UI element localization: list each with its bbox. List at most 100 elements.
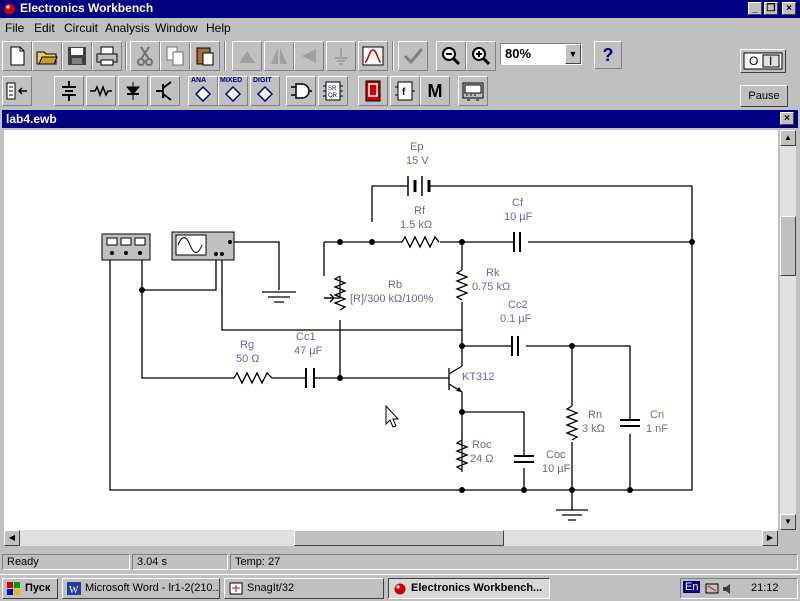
app-title: Electronics Workbench — [20, 1, 154, 15]
miscellaneous-button[interactable]: M — [420, 76, 450, 106]
vertical-scroll-thumb[interactable] — [780, 216, 796, 276]
menu-help[interactable]: Help — [206, 21, 231, 35]
minimize-button[interactable]: _ — [748, 2, 762, 15]
print-button[interactable] — [92, 41, 122, 71]
circuit-canvas[interactable]: Ep 15 V Rf 1.5 kΩ Cf 10 µF Rk 0.75 kΩ Rb… — [4, 130, 778, 530]
transistors-icon — [156, 81, 172, 101]
digital-button[interactable]: SR QR — [318, 76, 348, 106]
function-generator[interactable] — [101, 233, 151, 261]
transistors-button[interactable] — [150, 76, 180, 106]
diodes-button[interactable] — [118, 76, 148, 106]
maximize-button[interactable]: ❐ — [764, 2, 778, 15]
paste-button[interactable] — [190, 41, 220, 71]
menu-circuit[interactable]: Circuit — [64, 21, 98, 35]
sources-icon — [62, 81, 76, 101]
zoom-out-button[interactable] — [436, 41, 466, 71]
task-ewb[interactable]: Electronics Workbench... — [388, 578, 550, 599]
basic-button[interactable] — [86, 76, 116, 106]
horizontal-scrollbar[interactable]: ◀ ▶ — [4, 530, 778, 546]
ground-icon — [262, 291, 588, 521]
open-icon — [36, 51, 58, 65]
graph-icon — [362, 46, 384, 66]
capacitor-cn[interactable] — [620, 419, 640, 427]
resistor-rg[interactable] — [233, 371, 273, 385]
capacitor-cc1[interactable] — [305, 368, 315, 388]
help-button[interactable]: ? — [594, 41, 622, 69]
menu-window[interactable]: Window — [155, 21, 198, 35]
close-button[interactable]: × — [782, 2, 796, 15]
sources-button[interactable] — [54, 76, 84, 106]
speaker-icon[interactable] — [721, 582, 735, 596]
zoom-in-button[interactable] — [466, 41, 496, 71]
capacitor-cf[interactable] — [513, 232, 521, 252]
cut-button[interactable] — [130, 41, 160, 71]
windows-logo-icon — [7, 582, 20, 595]
task-word[interactable]: W Microsoft Word - lr1-2(210... — [62, 578, 220, 599]
copy-button[interactable] — [160, 41, 190, 71]
resistor-rf[interactable] — [401, 235, 440, 249]
mixed-ics-button[interactable]: MIXED — [218, 76, 248, 106]
horizontal-scroll-thumb[interactable] — [294, 530, 504, 546]
mixed-label: MIXED — [220, 77, 243, 84]
new-icon — [10, 46, 25, 66]
oscilloscope[interactable] — [171, 231, 235, 261]
save-icon — [68, 47, 86, 65]
chevron-down-icon[interactable]: ▼ — [565, 44, 581, 64]
resistor-rk[interactable] — [455, 269, 469, 301]
parts-bin-button[interactable] — [2, 76, 32, 106]
rk-name: Rk — [486, 267, 500, 279]
ana-label: ANA — [191, 77, 207, 84]
capacitor-cc2[interactable] — [511, 336, 519, 356]
capacitor-coc[interactable] — [514, 455, 534, 463]
save-button[interactable] — [62, 41, 92, 71]
battery-ep[interactable] — [407, 176, 431, 196]
logic-gates-button[interactable] — [286, 76, 316, 106]
indicators-button[interactable] — [358, 76, 388, 106]
power-switch[interactable]: O I — [740, 49, 786, 73]
paste-icon — [196, 47, 214, 66]
language-indicator[interactable]: En — [683, 581, 701, 593]
zoom-select[interactable]: 80% ▼ — [500, 43, 582, 65]
m-label: M — [427, 80, 443, 101]
resistor-rn[interactable] — [565, 405, 579, 441]
word-icon: W — [67, 582, 81, 595]
graph-button[interactable] — [358, 41, 388, 71]
subcircuit-button[interactable] — [326, 41, 356, 71]
scroll-left-icon[interactable]: ◀ — [4, 530, 20, 546]
flip-horizontal-button[interactable] — [264, 41, 294, 71]
task-snagit[interactable]: SnagIt/32 — [224, 578, 384, 599]
instruments-button[interactable] — [458, 76, 488, 106]
power-switch-icon — [743, 52, 783, 70]
basic-icon — [90, 84, 112, 98]
new-button[interactable] — [2, 41, 32, 71]
analog-ics-button[interactable]: ANA — [188, 76, 218, 106]
scroll-down-icon[interactable]: ▼ — [780, 514, 796, 530]
scroll-up-icon[interactable]: ▲ — [780, 130, 796, 146]
document-close-button[interactable]: × — [780, 112, 794, 125]
status-bar: Ready 3.04 s Temp: 27 — [0, 552, 800, 572]
controls-button[interactable]: f — [390, 76, 420, 106]
start-button[interactable]: Пуск — [2, 578, 58, 599]
help-label: ? — [602, 44, 614, 65]
menu-file[interactable]: File — [5, 21, 24, 35]
ewb-app-icon[interactable] — [3, 2, 16, 15]
potentiometer-rb[interactable] — [324, 275, 347, 311]
vertical-scrollbar[interactable]: ▲ ▼ — [780, 130, 796, 530]
snagit-icon — [229, 582, 243, 595]
pause-button[interactable]: Pause — [740, 85, 788, 107]
open-button[interactable] — [32, 41, 62, 71]
scroll-right-icon[interactable]: ▶ — [762, 530, 778, 546]
roc-name: Roc — [472, 439, 492, 451]
component-properties-button[interactable] — [398, 41, 428, 71]
cc1-value: 47 µF — [294, 345, 323, 357]
ep-name: Ep — [410, 141, 423, 153]
menu-bar: File Edit Circuit Analysis Window Help — [0, 18, 800, 38]
menu-edit[interactable]: Edit — [34, 21, 55, 35]
digital-ics-button[interactable]: DIGIT — [250, 76, 280, 106]
instruments-icon — [462, 82, 484, 101]
rotate-button[interactable] — [232, 41, 262, 71]
flip-vertical-button[interactable] — [294, 41, 324, 71]
network-icon[interactable] — [705, 582, 719, 596]
menu-analysis[interactable]: Analysis — [105, 21, 150, 35]
start-label: Пуск — [25, 582, 51, 594]
